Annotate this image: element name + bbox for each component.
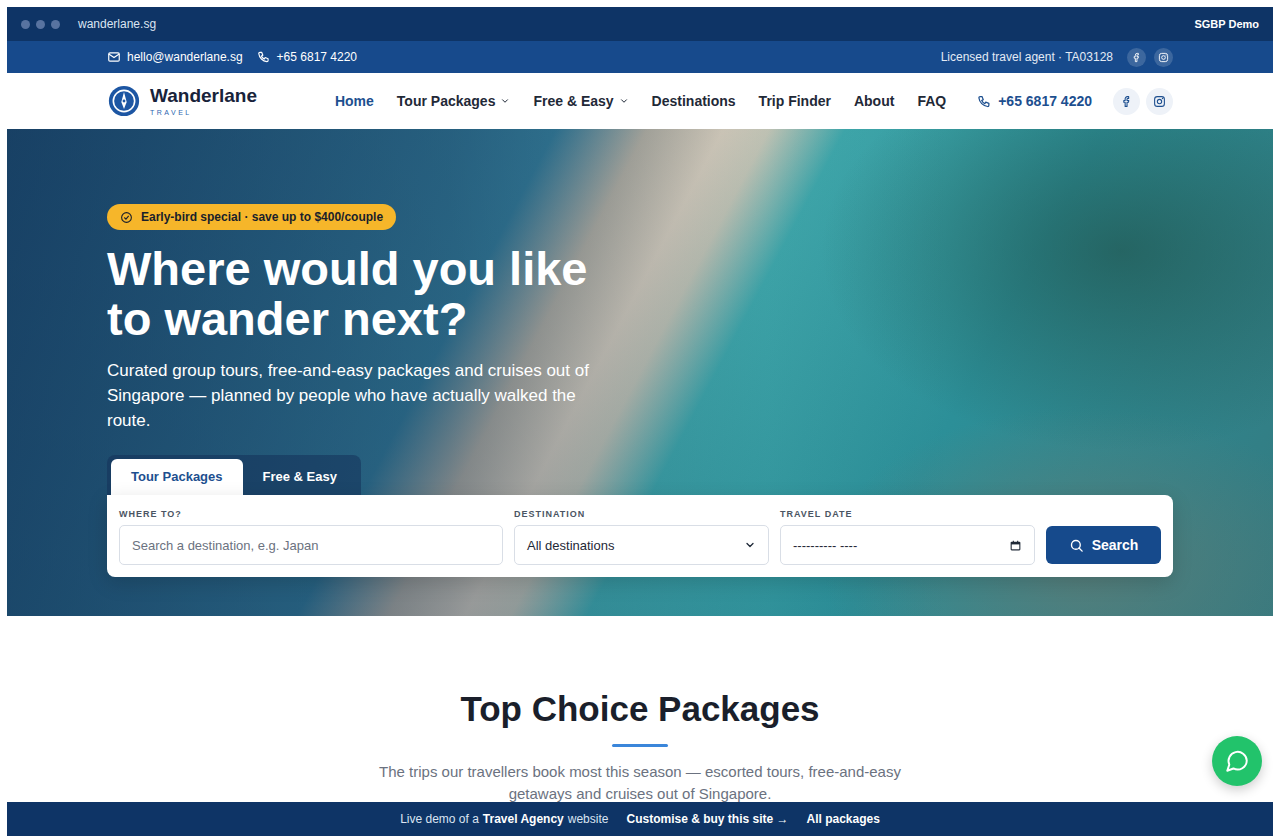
hero-title: Where would you liketo wander next? <box>107 244 588 344</box>
main-nav: Wanderlane TRAVEL Home Tour Packages Free & … <box>7 73 1273 129</box>
customise-link[interactable]: Customise & buy this site → <box>626 812 788 826</box>
window-dots <box>21 20 60 29</box>
facebook-icon <box>1131 52 1142 63</box>
facebook-link[interactable] <box>1113 88 1140 115</box>
browser-bar: wanderlane.sg SGBP Demo <box>7 7 1273 41</box>
destination-select[interactable]: All destinations <box>514 525 769 565</box>
date-input[interactable]: ---------- ---- <box>780 525 1035 565</box>
search-tabs: Tour PackagesFree & Easy <box>107 455 361 495</box>
search-field: DESTINATION All destinations <box>514 509 769 565</box>
nav-link[interactable]: Tour Packages <box>397 93 511 109</box>
dot <box>21 20 30 29</box>
calendar-icon <box>1009 539 1022 552</box>
section-subtitle: The trips our travellers book most this … <box>360 761 920 805</box>
phone-link[interactable]: +65 6817 4220 <box>257 50 357 64</box>
contact-bar: hello@wanderlane.sg +65 6817 4220 Licensed… <box>7 41 1273 73</box>
demo-text: Live demo of aTravel Agencywebsite <box>400 812 608 826</box>
phone-icon <box>257 50 271 64</box>
all-packages-link[interactable]: All packages <box>807 812 880 826</box>
field-label: DESTINATION <box>514 509 769 519</box>
search-field: TRAVEL DATE ---------- ---- <box>780 509 1035 565</box>
search-field: WHERE TO? <box>119 509 503 565</box>
instagram-icon <box>1153 95 1166 108</box>
chat-bubble-icon <box>1224 748 1250 774</box>
chevron-down-icon <box>744 539 756 551</box>
hero-subtitle: Curated group tours, free-and-easy packa… <box>107 358 607 433</box>
url: wanderlane.sg <box>78 17 1176 31</box>
destination-input[interactable] <box>119 525 503 565</box>
email-link[interactable]: hello@wanderlane.sg <box>107 50 243 64</box>
instagram-icon <box>1158 52 1169 63</box>
nav-link[interactable]: Trip Finder <box>759 93 831 109</box>
badge-check-icon <box>120 211 133 224</box>
logo[interactable]: Wanderlane TRAVEL <box>108 85 257 117</box>
logo-name: Wanderlane <box>150 86 257 105</box>
demo-bar: Live demo of aTravel Agencywebsite Custom… <box>7 802 1273 836</box>
search-button[interactable]: Search <box>1046 526 1161 564</box>
instagram-link[interactable] <box>1154 48 1173 67</box>
search-tab[interactable]: Free & Easy <box>243 459 357 495</box>
chat-button[interactable] <box>1212 736 1262 786</box>
nav-link[interactable]: About <box>854 93 894 109</box>
dot <box>36 20 45 29</box>
packages-section: Top Choice Packages The trips our travell… <box>7 616 1273 805</box>
nav-link[interactable]: Destinations <box>652 93 736 109</box>
field-label: WHERE TO? <box>119 509 503 519</box>
instagram-link[interactable] <box>1146 88 1173 115</box>
dot <box>51 20 60 29</box>
search-tab[interactable]: Tour Packages <box>111 459 243 495</box>
facebook-link[interactable] <box>1127 48 1146 67</box>
hero: Early-bird special · save up to $400/cou… <box>7 129 1273 616</box>
demo-label: SGBP Demo <box>1194 18 1259 30</box>
facebook-icon <box>1120 95 1133 108</box>
chevron-down-icon <box>500 96 510 106</box>
nav-link[interactable]: Home <box>335 93 374 109</box>
field-label: TRAVEL DATE <box>780 509 1035 519</box>
promo-badge: Early-bird special · save up to $400/cou… <box>107 204 396 230</box>
nav-phone-link[interactable]: +65 6817 4220 <box>977 93 1092 109</box>
section-underline <box>612 744 668 747</box>
license-text: Licensed travel agent · TA03128 <box>941 50 1113 64</box>
chevron-down-icon <box>619 96 629 106</box>
search-widget: Tour PackagesFree & Easy WHERE TO? DESTINA… <box>107 455 1173 577</box>
section-title: Top Choice Packages <box>460 688 819 730</box>
search-icon <box>1069 538 1084 553</box>
page: wanderlane.sg SGBP Demo hello@wanderlane.s… <box>0 0 1280 836</box>
nav-link[interactable]: Free & Easy <box>533 93 628 109</box>
logo-tagline: TRAVEL <box>150 109 257 116</box>
phone-icon <box>977 94 992 109</box>
mail-icon <box>107 50 121 64</box>
compass-icon <box>108 85 140 117</box>
nav-link[interactable]: FAQ <box>917 93 946 109</box>
search-card: WHERE TO? DESTINATION All destinations TRAV… <box>107 495 1173 577</box>
